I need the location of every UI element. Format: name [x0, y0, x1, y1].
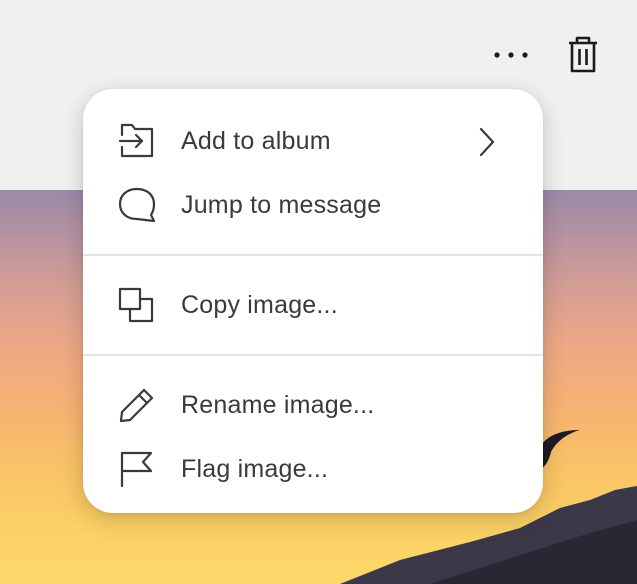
menu-item-jump-to-message[interactable]: Jump to message [83, 173, 543, 237]
copy-icon [117, 285, 157, 325]
menu-divider [83, 254, 543, 256]
menu-item-rename-image[interactable]: Rename image... [83, 373, 543, 437]
menu-divider [83, 354, 543, 356]
menu-item-label: Add to album [181, 126, 331, 155]
delete-button[interactable] [560, 34, 606, 80]
trash-icon [567, 36, 599, 79]
context-menu: Add to album Jump to message Copy image.… [83, 89, 543, 513]
menu-item-label: Copy image... [181, 290, 338, 319]
pencil-icon [117, 385, 157, 425]
flag-icon [117, 449, 157, 489]
add-to-album-icon [117, 121, 157, 161]
chevron-right-icon [477, 127, 497, 157]
menu-item-label: Flag image... [181, 454, 329, 483]
menu-item-copy-image[interactable]: Copy image... [83, 273, 543, 337]
menu-item-label: Rename image... [181, 390, 375, 419]
more-horizontal-icon [491, 47, 531, 65]
menu-item-flag-image[interactable]: Flag image... [83, 437, 543, 501]
more-options-button[interactable] [486, 36, 536, 76]
menu-item-add-to-album[interactable]: Add to album [83, 109, 543, 173]
menu-item-label: Jump to message [181, 190, 382, 219]
speech-bubble-icon [117, 185, 157, 225]
